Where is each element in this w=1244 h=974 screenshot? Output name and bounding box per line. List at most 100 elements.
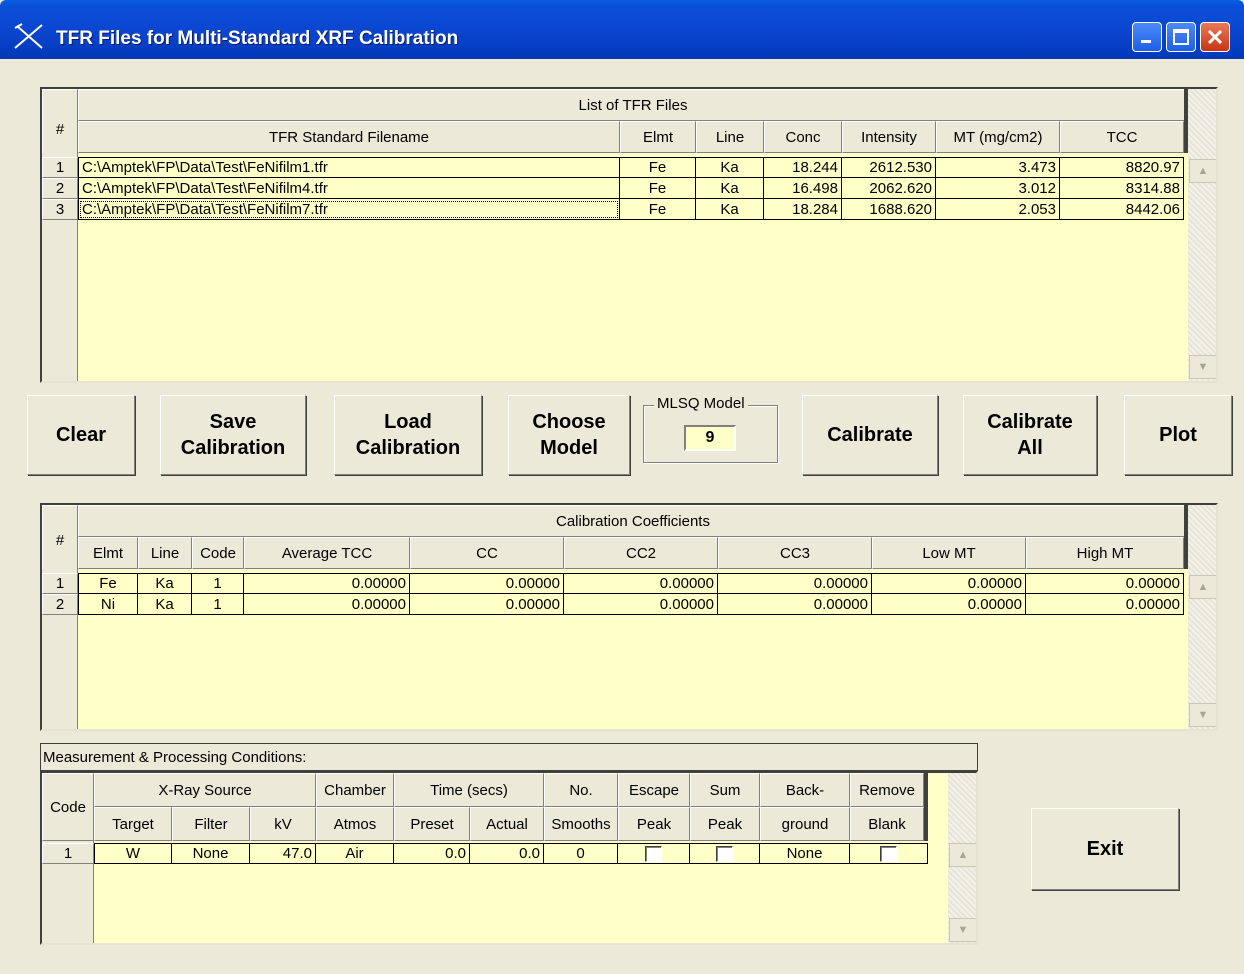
- cell-tcc[interactable]: 8820.97: [1060, 157, 1184, 178]
- cell-atmos[interactable]: Air: [316, 843, 394, 864]
- cell-kv[interactable]: 47.0: [250, 843, 316, 864]
- remove-blank-checkbox[interactable]: [880, 845, 897, 862]
- clear-button[interactable]: Clear: [27, 395, 135, 475]
- col-smooths[interactable]: Smooths: [544, 807, 618, 841]
- col-average-tcc[interactable]: Average TCC: [244, 537, 410, 569]
- table-row[interactable]: 1 Fe Ka 1 0.00000 0.00000 0.00000 0.0000…: [42, 573, 1188, 594]
- exit-button[interactable]: Exit: [1031, 808, 1179, 890]
- cell-mt[interactable]: 3.473: [936, 157, 1060, 178]
- save-calibration-button[interactable]: Save Calibration: [160, 395, 306, 475]
- cell-line[interactable]: Ka: [138, 594, 192, 615]
- cell-average-tcc[interactable]: 0.00000: [244, 594, 410, 615]
- cell-tcc[interactable]: 8442.06: [1060, 199, 1184, 220]
- table-row[interactable]: 1 W None 47.0 Air 0.0 0.0 0 None: [42, 843, 948, 864]
- cell-target[interactable]: W: [94, 843, 172, 864]
- col-actual[interactable]: Actual: [470, 807, 544, 841]
- scroll-down-icon[interactable]: ▼: [1189, 703, 1216, 727]
- mlsq-model-value[interactable]: 9: [684, 425, 736, 451]
- cell-smooths[interactable]: 0: [544, 843, 618, 864]
- col-code[interactable]: Code: [192, 537, 244, 569]
- load-calibration-button[interactable]: Load Calibration: [334, 395, 482, 475]
- col-high-mt[interactable]: High MT: [1026, 537, 1184, 569]
- calibrate-all-button[interactable]: Calibrate All: [963, 395, 1097, 475]
- cell-cc2[interactable]: 0.00000: [564, 573, 718, 594]
- scroll-up-icon[interactable]: ▲: [1189, 159, 1216, 183]
- table-row[interactable]: 2 C:\Amptek\FP\Data\Test\FeNifilm4.tfr F…: [42, 178, 1188, 199]
- cell-line[interactable]: Ka: [138, 573, 192, 594]
- table-row[interactable]: 1 C:\Amptek\FP\Data\Test\FeNifilm1.tfr F…: [42, 157, 1188, 178]
- col-intensity[interactable]: Intensity: [842, 121, 936, 153]
- cell-code[interactable]: 1: [192, 594, 244, 615]
- escape-peak-checkbox[interactable]: [645, 845, 662, 862]
- cell-line[interactable]: Ka: [696, 199, 764, 220]
- cell-line[interactable]: Ka: [696, 157, 764, 178]
- cell-cc2[interactable]: 0.00000: [564, 594, 718, 615]
- col-line[interactable]: Line: [138, 537, 192, 569]
- maximize-button[interactable]: [1166, 22, 1196, 52]
- cell-elmt[interactable]: Fe: [78, 573, 138, 594]
- col-low-mt[interactable]: Low MT: [872, 537, 1026, 569]
- choose-model-button[interactable]: Choose Model: [508, 395, 630, 475]
- cell-conc[interactable]: 18.244: [764, 157, 842, 178]
- col-conc[interactable]: Conc: [764, 121, 842, 153]
- col-escape-peak[interactable]: Peak: [618, 807, 690, 841]
- cell-line[interactable]: Ka: [696, 178, 764, 199]
- cell-filter[interactable]: None: [172, 843, 250, 864]
- col-elmt[interactable]: Elmt: [78, 537, 138, 569]
- col-atmos[interactable]: Atmos: [316, 807, 394, 841]
- minimize-button[interactable]: [1132, 22, 1162, 52]
- col-background[interactable]: ground: [760, 807, 850, 841]
- cell-conc[interactable]: 18.284: [764, 199, 842, 220]
- col-preset[interactable]: Preset: [394, 807, 470, 841]
- tfr-files-grid[interactable]: # List of TFR Files TFR Standard Filenam…: [40, 87, 1218, 383]
- cell-low-mt[interactable]: 0.00000: [872, 573, 1026, 594]
- cell-cc3[interactable]: 0.00000: [718, 594, 872, 615]
- col-filter[interactable]: Filter: [172, 807, 250, 841]
- scroll-up-icon[interactable]: ▲: [1189, 575, 1216, 599]
- cell-high-mt[interactable]: 0.00000: [1026, 573, 1184, 594]
- cell-filename[interactable]: C:\Amptek\FP\Data\Test\FeNifilm1.tfr: [78, 157, 620, 178]
- scroll-down-icon[interactable]: ▼: [949, 918, 976, 942]
- cell-average-tcc[interactable]: 0.00000: [244, 573, 410, 594]
- cell-cc3[interactable]: 0.00000: [718, 573, 872, 594]
- col-target[interactable]: Target: [94, 807, 172, 841]
- measurement-grid[interactable]: Code X-Ray Source Chamber Time (secs) No…: [40, 771, 978, 945]
- close-button[interactable]: [1200, 22, 1230, 52]
- cell-elmt[interactable]: Fe: [620, 199, 696, 220]
- cell-mt[interactable]: 2.053: [936, 199, 1060, 220]
- title-bar[interactable]: TFR Files for Multi-Standard XRF Calibra…: [0, 0, 1244, 59]
- cell-tcc[interactable]: 8314.88: [1060, 178, 1184, 199]
- cell-elmt[interactable]: Ni: [78, 594, 138, 615]
- cell-background[interactable]: None: [760, 843, 850, 864]
- tfr-vertical-scrollbar[interactable]: ▲ ▼: [1188, 89, 1216, 381]
- col-line[interactable]: Line: [696, 121, 764, 153]
- cell-cc[interactable]: 0.00000: [410, 573, 564, 594]
- measurement-vertical-scrollbar[interactable]: ▲ ▼: [948, 773, 976, 943]
- col-tcc[interactable]: TCC: [1060, 121, 1184, 153]
- table-row[interactable]: 3 C:\Amptek\FP\Data\Test\FeNifilm7.tfr F…: [42, 199, 1188, 220]
- col-filename[interactable]: TFR Standard Filename: [78, 121, 620, 153]
- cell-actual[interactable]: 0.0: [470, 843, 544, 864]
- scroll-up-icon[interactable]: ▲: [949, 843, 976, 867]
- coef-vertical-scrollbar[interactable]: ▲ ▼: [1188, 505, 1216, 729]
- col-mt[interactable]: MT (mg/cm2): [936, 121, 1060, 153]
- col-cc3[interactable]: CC3: [718, 537, 872, 569]
- cell-low-mt[interactable]: 0.00000: [872, 594, 1026, 615]
- cell-mt[interactable]: 3.012: [936, 178, 1060, 199]
- cell-intensity[interactable]: 2062.620: [842, 178, 936, 199]
- cell-elmt[interactable]: Fe: [620, 157, 696, 178]
- sum-peak-checkbox[interactable]: [716, 845, 733, 862]
- cell-filename-focused[interactable]: C:\Amptek\FP\Data\Test\FeNifilm7.tfr: [78, 199, 620, 220]
- col-remove-blank[interactable]: Blank: [850, 807, 924, 841]
- col-cc[interactable]: CC: [410, 537, 564, 569]
- cell-code[interactable]: 1: [192, 573, 244, 594]
- cell-high-mt[interactable]: 0.00000: [1026, 594, 1184, 615]
- col-elmt[interactable]: Elmt: [620, 121, 696, 153]
- plot-button[interactable]: Plot: [1124, 395, 1232, 475]
- col-cc2[interactable]: CC2: [564, 537, 718, 569]
- table-row[interactable]: 2 Ni Ka 1 0.00000 0.00000 0.00000 0.0000…: [42, 594, 1188, 615]
- scroll-down-icon[interactable]: ▼: [1189, 355, 1216, 379]
- cell-cc[interactable]: 0.00000: [410, 594, 564, 615]
- cell-intensity[interactable]: 1688.620: [842, 199, 936, 220]
- cell-intensity[interactable]: 2612.530: [842, 157, 936, 178]
